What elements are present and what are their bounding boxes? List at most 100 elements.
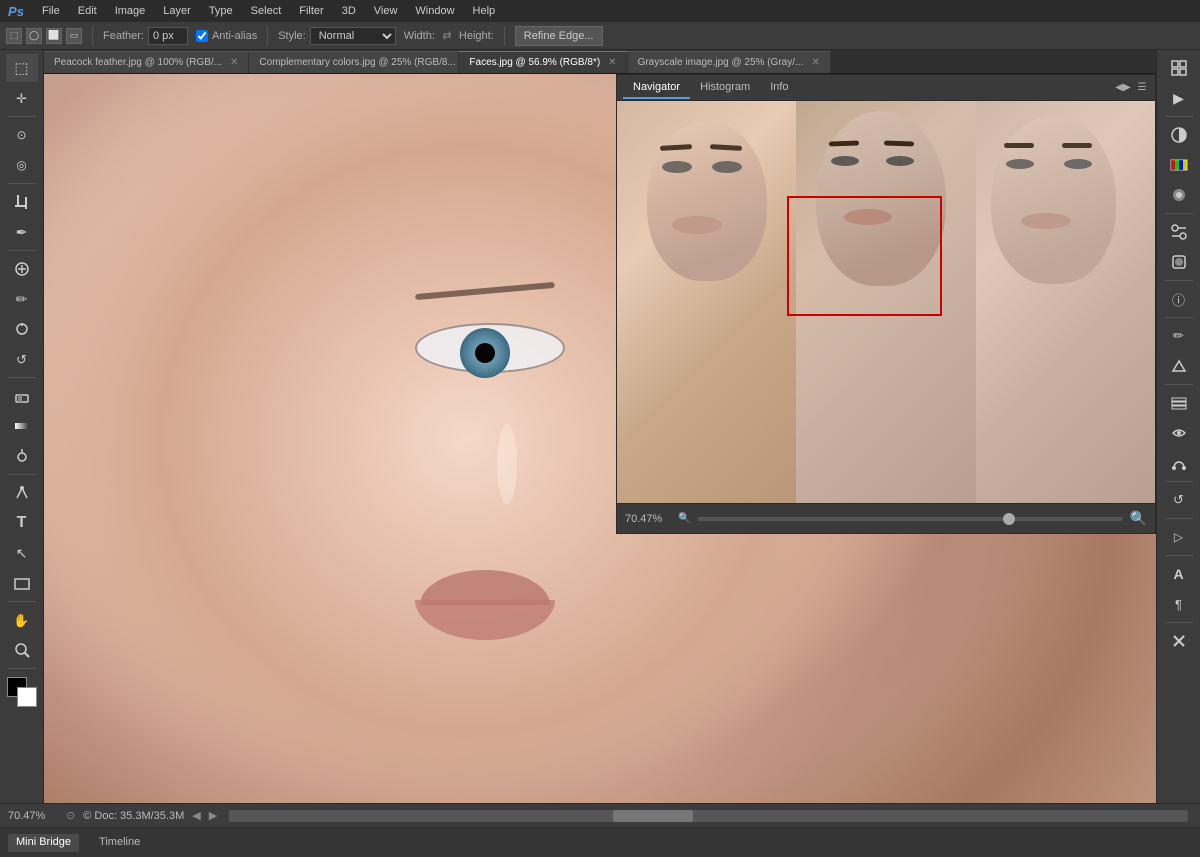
styles-panel-btn[interactable] bbox=[1163, 181, 1195, 209]
tab-grayscale[interactable]: Grayscale image.jpg @ 25% (Gray/... ✕ bbox=[628, 51, 831, 73]
right-divider-4 bbox=[1165, 317, 1193, 318]
col-marquee-icon[interactable]: ▭ bbox=[66, 28, 82, 44]
mini-bridge-tab[interactable]: Mini Bridge bbox=[8, 834, 79, 852]
tab-complementary[interactable]: Complementary colors.jpg @ 25% (RGB/8...… bbox=[249, 51, 459, 73]
panel-expand-btn[interactable]: ▶ bbox=[1163, 84, 1195, 112]
crop-tool-btn[interactable] bbox=[6, 188, 38, 216]
background-color[interactable] bbox=[17, 687, 37, 707]
nav-face-left bbox=[617, 101, 796, 503]
history-panel-right-btn[interactable]: ↺ bbox=[1163, 486, 1195, 514]
panel-expand-arrow[interactable]: ◀▶ bbox=[1115, 80, 1131, 96]
eyedropper-tool-btn[interactable]: ✒ bbox=[6, 218, 38, 246]
anti-alias-checkbox[interactable] bbox=[196, 30, 208, 42]
menu-filter[interactable]: Filter bbox=[291, 3, 331, 19]
menu-file[interactable]: File bbox=[34, 3, 68, 19]
lip-area bbox=[400, 570, 600, 640]
rect-marquee-icon[interactable]: ⬚ bbox=[6, 28, 22, 44]
path-select-tool-btn[interactable]: ↖ bbox=[6, 539, 38, 567]
tool-presets-btn[interactable] bbox=[1163, 352, 1195, 380]
tab-peacock-label: Peacock feather.jpg @ 100% (RGB/... bbox=[54, 57, 222, 68]
feather-input[interactable] bbox=[148, 27, 188, 45]
tab-bar: Peacock feather.jpg @ 100% (RGB/... ✕ Co… bbox=[44, 50, 1156, 74]
zoom-in-icon[interactable]: 🔍 bbox=[1130, 510, 1147, 527]
width-label: Width: bbox=[404, 30, 435, 42]
menu-layer[interactable]: Layer bbox=[155, 3, 199, 19]
tab-grayscale-close[interactable]: ✕ bbox=[811, 57, 819, 68]
channels-panel-btn[interactable] bbox=[1163, 419, 1195, 447]
brush-tool-btn[interactable]: ✏ bbox=[6, 285, 38, 313]
adjustments-panel-right-btn[interactable] bbox=[1163, 218, 1195, 246]
swap-dimensions-icon[interactable]: ⇄ bbox=[439, 28, 455, 44]
histogram-tab[interactable]: Histogram bbox=[690, 77, 760, 99]
brush-panel-right-btn[interactable]: ✏ bbox=[1163, 322, 1195, 350]
lasso-tool-btn[interactable]: ⊙ bbox=[6, 121, 38, 149]
menu-window[interactable]: Window bbox=[407, 3, 462, 19]
status-scrollbar-thumb[interactable] bbox=[613, 810, 693, 822]
status-info-icon[interactable]: ⊙ bbox=[66, 809, 75, 822]
menu-edit[interactable]: Edit bbox=[70, 3, 105, 19]
swatches-panel-btn[interactable] bbox=[1163, 151, 1195, 179]
status-scrollbar[interactable] bbox=[229, 810, 1188, 822]
zoom-tool-btn[interactable] bbox=[6, 636, 38, 664]
pupil bbox=[475, 343, 495, 363]
info-panel-right-btn[interactable]: ⓘ bbox=[1163, 285, 1195, 313]
menu-select[interactable]: Select bbox=[243, 3, 290, 19]
navigator-zoom-slider[interactable] bbox=[698, 517, 1121, 521]
hand-tool-btn[interactable]: ✋ bbox=[6, 606, 38, 634]
clone-stamp-tool-btn[interactable] bbox=[6, 315, 38, 343]
para-panel-right-btn[interactable]: ¶ bbox=[1163, 590, 1195, 618]
history-brush-tool-btn[interactable]: ↺ bbox=[6, 345, 38, 373]
menu-help[interactable]: Help bbox=[465, 3, 504, 19]
ellipse-marquee-icon[interactable]: ◯ bbox=[26, 28, 42, 44]
color-swatches[interactable] bbox=[7, 677, 37, 707]
timeline-tab[interactable]: Timeline bbox=[91, 834, 148, 852]
nav-face-center-lips bbox=[844, 209, 892, 225]
navigator-zoom-thumb[interactable] bbox=[1003, 513, 1015, 525]
color-panel-right-btn[interactable] bbox=[1163, 121, 1195, 149]
spot-healing-tool-btn[interactable] bbox=[6, 255, 38, 283]
navigator-tab[interactable]: Navigator bbox=[623, 77, 690, 99]
paths-panel-btn[interactable] bbox=[1163, 449, 1195, 477]
masks-panel-btn[interactable] bbox=[1163, 248, 1195, 276]
eraser-tool-btn[interactable] bbox=[6, 382, 38, 410]
tab-peacock[interactable]: Peacock feather.jpg @ 100% (RGB/... ✕ bbox=[44, 51, 249, 73]
text-tool-btn[interactable]: T bbox=[6, 509, 38, 537]
extra-tools-btn[interactable] bbox=[1163, 627, 1195, 655]
dodge-tool-btn[interactable] bbox=[6, 442, 38, 470]
menu-view[interactable]: View bbox=[366, 3, 406, 19]
workspace-switcher-btn[interactable] bbox=[1163, 54, 1195, 82]
pen-tool-btn[interactable] bbox=[6, 479, 38, 507]
status-arrow-left[interactable]: ◀ bbox=[192, 809, 200, 822]
tool-divider-2 bbox=[8, 183, 36, 184]
panel-menu-button[interactable]: ☰ bbox=[1135, 81, 1149, 95]
zoom-out-icon[interactable]: 🔍 bbox=[678, 513, 690, 524]
nav-face-center bbox=[796, 101, 975, 503]
canvas-area: Peacock feather.jpg @ 100% (RGB/... ✕ Co… bbox=[44, 50, 1156, 803]
quick-select-tool-btn[interactable]: ◎ bbox=[6, 151, 38, 179]
marquee-tool-btn[interactable]: ⬚ bbox=[6, 54, 38, 82]
tool-divider-3 bbox=[8, 250, 36, 251]
menu-type[interactable]: Type bbox=[201, 3, 241, 19]
menu-image[interactable]: Image bbox=[107, 3, 154, 19]
status-document-info: © Doc: 35.3M/35.3M bbox=[83, 810, 184, 822]
shape-tool-btn[interactable] bbox=[6, 569, 38, 597]
menu-3d[interactable]: 3D bbox=[334, 3, 364, 19]
lower-lip bbox=[415, 600, 555, 640]
document-canvas[interactable]: Navigator Histogram Info ◀▶ ☰ bbox=[44, 74, 1156, 803]
tab-peacock-close[interactable]: ✕ bbox=[230, 57, 238, 68]
eyebrow-detail bbox=[415, 282, 555, 300]
layers-panel-right-btn[interactable] bbox=[1163, 389, 1195, 417]
gradient-tool-btn[interactable] bbox=[6, 412, 38, 440]
row-marquee-icon[interactable]: ⬜ bbox=[46, 28, 62, 44]
actions-panel-right-btn[interactable]: ▷ bbox=[1163, 523, 1195, 551]
nav-face-right-brow-left bbox=[1004, 143, 1034, 148]
nav-face-center-brow-left bbox=[829, 140, 859, 146]
tab-faces-close[interactable]: ✕ bbox=[608, 57, 616, 68]
style-select[interactable]: Normal Fixed Ratio Fixed Size bbox=[310, 27, 396, 45]
tab-faces[interactable]: Faces.jpg @ 56.9% (RGB/8*) ✕ bbox=[459, 51, 627, 73]
status-arrow-right[interactable]: ▶ bbox=[209, 809, 217, 822]
refine-edge-button[interactable]: Refine Edge... bbox=[515, 26, 603, 46]
move-tool-btn[interactable]: ✛ bbox=[6, 84, 38, 112]
char-panel-right-btn[interactable]: A bbox=[1163, 560, 1195, 588]
info-tab[interactable]: Info bbox=[760, 77, 798, 99]
